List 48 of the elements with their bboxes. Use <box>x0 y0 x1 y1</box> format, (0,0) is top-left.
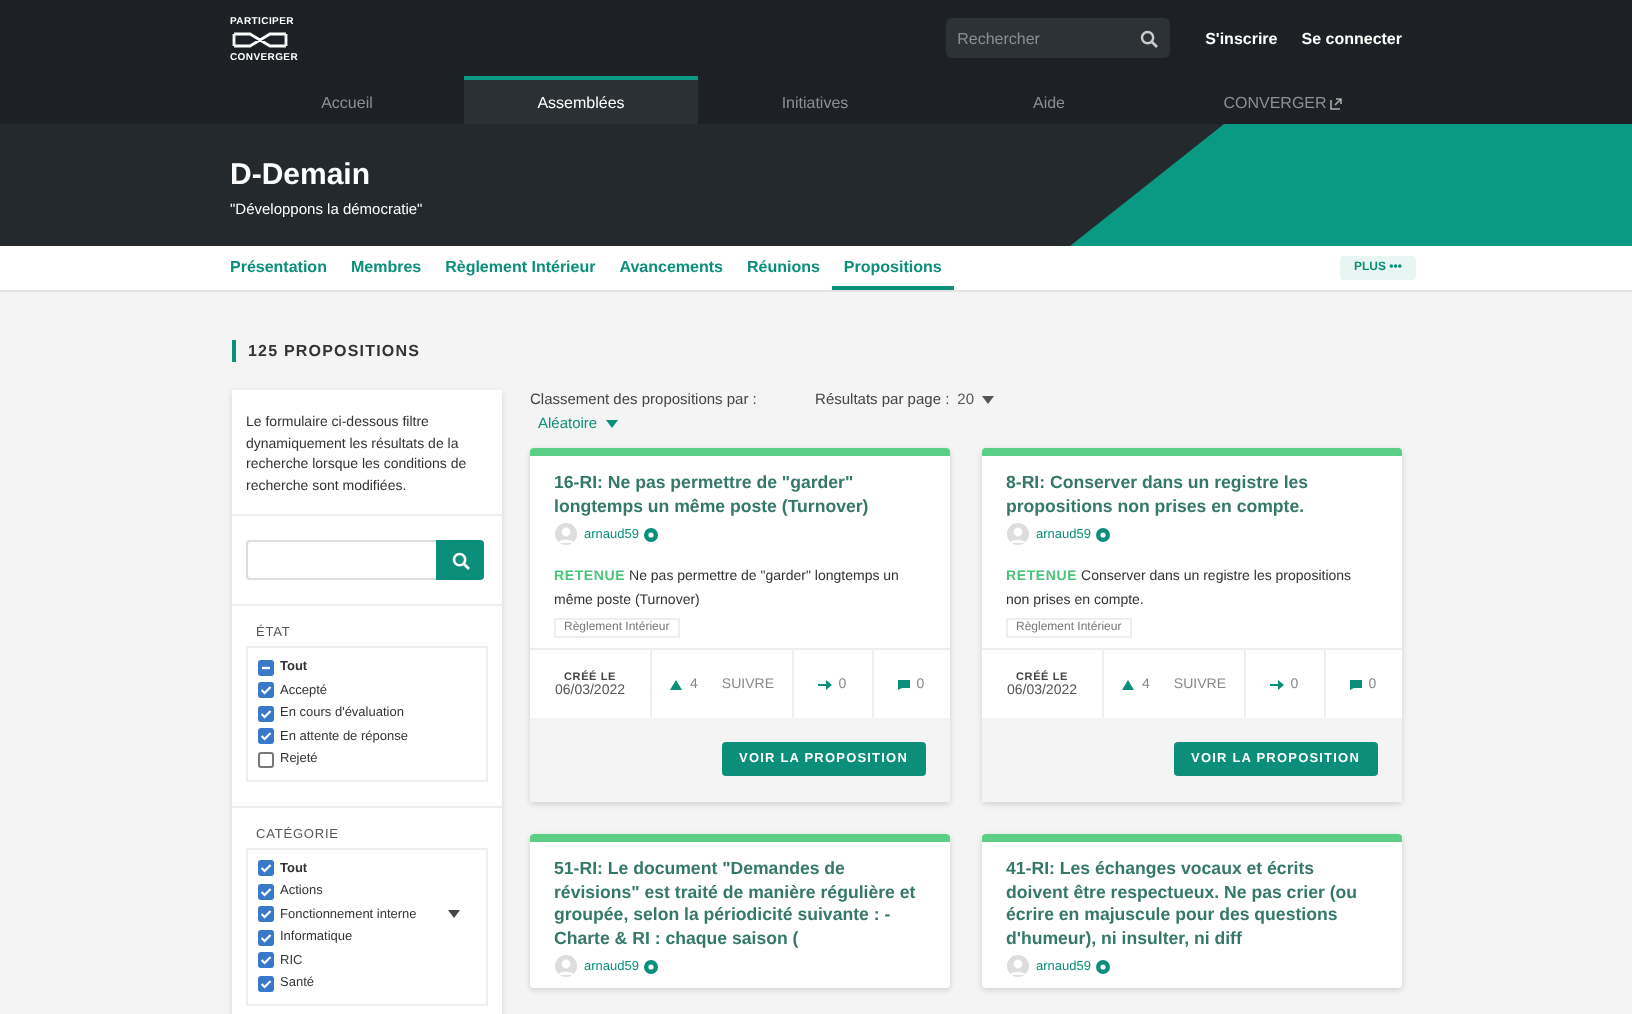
proposal-title[interactable]: 8-RI: Conserver dans un registre les propositions non prises en compte. <box>1006 472 1378 518</box>
endorse-icon <box>1270 679 1285 689</box>
results-heading: 125 PROPOSITIONS <box>232 340 1402 362</box>
header-link[interactable]: S'inscrire <box>1205 29 1278 47</box>
search-field[interactable]: Rechercher <box>945 18 1170 58</box>
proposal-title[interactable]: 41-RI: Les échanges vocaux et écrits doivent être respectueux. Ne pas crier (ou écrire en majuscule pour des questions d'humeur), ni insulter, ni diff <box>1006 858 1378 950</box>
logo-icon <box>230 28 290 52</box>
comment-icon <box>898 679 911 689</box>
avatar-icon <box>554 522 578 546</box>
search-button[interactable] <box>436 540 484 580</box>
caret-icon <box>605 419 618 427</box>
nav-tab[interactable]: Aide <box>932 76 1166 124</box>
avatar-icon <box>1006 522 1030 546</box>
checkbox[interactable] <box>258 906 274 923</box>
proposal-title[interactable]: 16-RI: Ne pas permettre de "garder" longtemps un même poste (Turnover) <box>554 472 926 518</box>
checkbox[interactable] <box>258 659 274 676</box>
nav-tab[interactable]: Initiatives <box>698 76 932 124</box>
endorse-icon <box>818 679 833 689</box>
avatar-icon <box>554 954 578 978</box>
nav-tab[interactable]: Assemblées <box>464 76 698 124</box>
section-tab[interactable]: Membres <box>338 246 434 290</box>
search-icon <box>451 551 469 569</box>
nav-tab[interactable]: CONVERGER <box>1166 76 1400 124</box>
section-tab[interactable]: Avancements <box>607 246 735 290</box>
section-tab[interactable]: Réunions <box>734 246 832 290</box>
checkbox[interactable] <box>258 883 274 900</box>
checkbox[interactable] <box>258 728 274 745</box>
proposal-title[interactable]: 51-RI: Le document "Demandes de révisions" est traité de manière régulière et groupée, selon la périodicité suivante : - Charte & RI : chaque saison ( <box>554 858 926 950</box>
checkbox[interactable] <box>258 751 274 768</box>
nav-tab[interactable]: Accueil <box>230 76 464 124</box>
search-icon <box>1139 29 1158 47</box>
checkbox[interactable] <box>258 975 274 992</box>
section-tab[interactable]: Règlement Intérieur <box>433 246 608 290</box>
checkbox[interactable] <box>258 860 274 877</box>
header-link[interactable]: Se connecter <box>1301 29 1402 47</box>
filter-search-field[interactable] <box>246 540 436 580</box>
caret-icon <box>982 395 994 403</box>
comment-icon <box>1350 679 1363 689</box>
checkbox[interactable] <box>258 929 274 946</box>
checkbox[interactable] <box>258 705 274 722</box>
assembly-title: D-Demain <box>230 158 373 194</box>
checkbox[interactable] <box>258 682 274 699</box>
up-arrow-icon <box>1122 679 1135 689</box>
avatar-icon <box>1006 954 1030 978</box>
section-tab[interactable]: Présentation <box>230 246 339 290</box>
up-arrow-icon <box>670 679 683 689</box>
section-tab[interactable]: Propositions <box>831 246 954 290</box>
checkbox[interactable] <box>258 952 274 969</box>
